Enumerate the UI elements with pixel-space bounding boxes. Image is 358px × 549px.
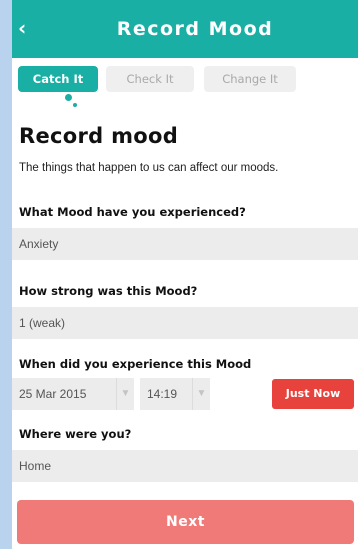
strength-select[interactable]: 1 (weak) xyxy=(12,307,358,339)
time-select[interactable]: 14:19 ▼ xyxy=(140,378,210,410)
mood-select[interactable]: Anxiety xyxy=(12,228,358,260)
date-value: 25 Mar 2015 xyxy=(19,387,87,401)
intro-text: The things that happen to us can affect … xyxy=(19,162,279,174)
active-step-dot-icon xyxy=(65,94,72,101)
chevron-down-icon: ▼ xyxy=(192,378,210,410)
header-bar: ‹ Record Mood xyxy=(12,0,358,58)
next-button[interactable]: Next xyxy=(17,500,354,544)
tab-catch-it[interactable]: Catch It xyxy=(18,66,98,92)
section-heading: Record mood xyxy=(19,124,179,148)
time-value: 14:19 xyxy=(147,387,178,401)
active-step-dot-small-icon xyxy=(73,103,77,107)
phone-screen: ‹ Record Mood Catch It Check It Change I… xyxy=(12,0,358,549)
where-label: Where were you? xyxy=(19,427,132,441)
just-now-button[interactable]: Just Now xyxy=(272,379,354,409)
where-select[interactable]: Home xyxy=(12,450,358,482)
page-title: Record Mood xyxy=(116,18,274,40)
strength-label: How strong was this Mood? xyxy=(19,284,198,298)
tab-check-it[interactable]: Check It xyxy=(106,66,194,92)
tab-change-it[interactable]: Change It xyxy=(204,66,296,92)
when-label: When did you experience this Mood xyxy=(19,357,252,371)
back-chevron-icon[interactable]: ‹ xyxy=(18,16,34,40)
chevron-down-icon: ▼ xyxy=(116,378,134,410)
mood-label: What Mood have you experienced? xyxy=(19,205,246,219)
date-select[interactable]: 25 Mar 2015 ▼ xyxy=(12,378,134,410)
